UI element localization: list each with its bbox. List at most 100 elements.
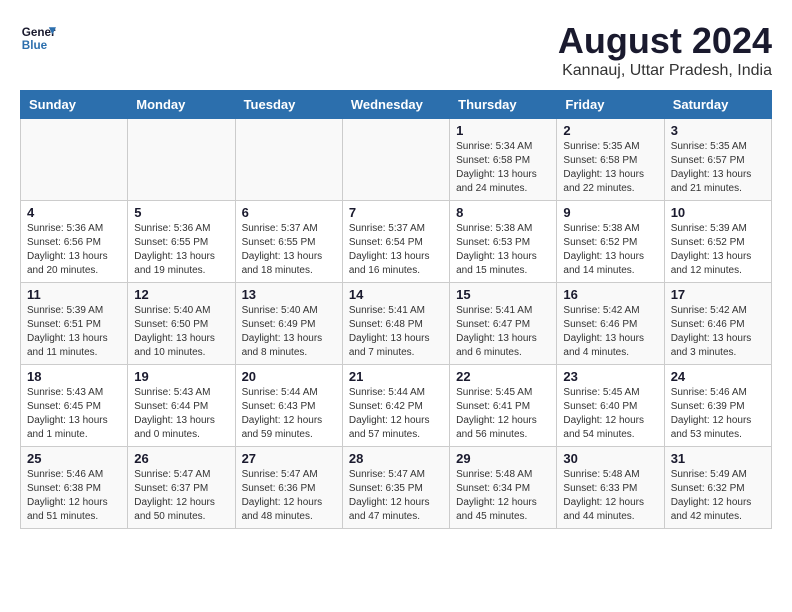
day-info: Sunrise: 5:36 AM Sunset: 6:56 PM Dayligh…	[27, 222, 121, 278]
calendar-cell: 8 Sunrise: 5:38 AM Sunset: 6:53 PM Daylig…	[450, 201, 557, 283]
calendar-cell: 20 Sunrise: 5:44 AM Sunset: 6:43 PM Dayli…	[235, 365, 342, 447]
day-info: Sunrise: 5:41 AM Sunset: 6:47 PM Dayligh…	[456, 304, 550, 360]
calendar-cell: 30 Sunrise: 5:48 AM Sunset: 6:33 PM Dayli…	[557, 447, 664, 529]
calendar-cell: 10 Sunrise: 5:39 AM Sunset: 6:52 PM Dayli…	[664, 201, 771, 283]
day-number: 2	[563, 123, 657, 138]
day-info: Sunrise: 5:44 AM Sunset: 6:43 PM Dayligh…	[242, 386, 336, 442]
day-number: 3	[671, 123, 765, 138]
day-number: 18	[27, 369, 121, 384]
calendar-cell: 15 Sunrise: 5:41 AM Sunset: 6:47 PM Dayli…	[450, 283, 557, 365]
day-number: 28	[349, 451, 443, 466]
logo: General Blue	[20, 20, 56, 56]
calendar-cell: 1 Sunrise: 5:34 AM Sunset: 6:58 PM Daylig…	[450, 119, 557, 201]
calendar-cell: 24Sunrise: 5:46 AM Sunset: 6:39 PM Dayli…	[664, 365, 771, 447]
day-number: 6	[242, 205, 336, 220]
day-info: Sunrise: 5:38 AM Sunset: 6:53 PM Dayligh…	[456, 222, 550, 278]
calendar-cell: 31 Sunrise: 5:49 AM Sunset: 6:32 PM Dayli…	[664, 447, 771, 529]
calendar-cell: 4 Sunrise: 5:36 AM Sunset: 6:56 PM Daylig…	[21, 201, 128, 283]
day-number: 23	[563, 369, 657, 384]
day-info: Sunrise: 5:44 AM Sunset: 6:42 PM Dayligh…	[349, 386, 443, 442]
month-title: August 2024	[558, 20, 772, 62]
day-number: 7	[349, 205, 443, 220]
day-info: Sunrise: 5:36 AM Sunset: 6:55 PM Dayligh…	[134, 222, 228, 278]
day-info: Sunrise: 5:45 AM Sunset: 6:40 PM Dayligh…	[563, 386, 657, 442]
day-info: Sunrise: 5:46 AM Sunset: 6:39 PM Dayligh…	[671, 386, 765, 442]
day-number: 13	[242, 287, 336, 302]
day-number: 15	[456, 287, 550, 302]
day-number: 25	[27, 451, 121, 466]
day-number: 30	[563, 451, 657, 466]
day-info: Sunrise: 5:39 AM Sunset: 6:52 PM Dayligh…	[671, 222, 765, 278]
weekday-header-row: SundayMondayTuesdayWednesdayThursdayFrid…	[21, 91, 772, 119]
day-number: 9	[563, 205, 657, 220]
calendar-table: SundayMondayTuesdayWednesdayThursdayFrid…	[20, 90, 772, 529]
calendar-week-row: 4 Sunrise: 5:36 AM Sunset: 6:56 PM Daylig…	[21, 201, 772, 283]
calendar-cell: 28 Sunrise: 5:47 AM Sunset: 6:35 PM Dayli…	[342, 447, 449, 529]
day-info: Sunrise: 5:43 AM Sunset: 6:45 PM Dayligh…	[27, 386, 121, 442]
day-number: 10	[671, 205, 765, 220]
calendar-cell: 6 Sunrise: 5:37 AM Sunset: 6:55 PM Daylig…	[235, 201, 342, 283]
day-number: 22	[456, 369, 550, 384]
day-info: Sunrise: 5:46 AM Sunset: 6:38 PM Dayligh…	[27, 468, 121, 524]
day-info: Sunrise: 5:47 AM Sunset: 6:35 PM Dayligh…	[349, 468, 443, 524]
calendar-cell: 3 Sunrise: 5:35 AM Sunset: 6:57 PM Daylig…	[664, 119, 771, 201]
day-info: Sunrise: 5:43 AM Sunset: 6:44 PM Dayligh…	[134, 386, 228, 442]
weekday-header-wednesday: Wednesday	[342, 91, 449, 119]
calendar-cell: 13 Sunrise: 5:40 AM Sunset: 6:49 PM Dayli…	[235, 283, 342, 365]
day-info: Sunrise: 5:42 AM Sunset: 6:46 PM Dayligh…	[671, 304, 765, 360]
day-number: 26	[134, 451, 228, 466]
calendar-cell: 19 Sunrise: 5:43 AM Sunset: 6:44 PM Dayli…	[128, 365, 235, 447]
calendar-cell: 9 Sunrise: 5:38 AM Sunset: 6:52 PM Daylig…	[557, 201, 664, 283]
weekday-header-saturday: Saturday	[664, 91, 771, 119]
day-info: Sunrise: 5:37 AM Sunset: 6:54 PM Dayligh…	[349, 222, 443, 278]
day-info: Sunrise: 5:48 AM Sunset: 6:34 PM Dayligh…	[456, 468, 550, 524]
calendar-cell: 21 Sunrise: 5:44 AM Sunset: 6:42 PM Dayli…	[342, 365, 449, 447]
location-subtitle: Kannauj, Uttar Pradesh, India	[558, 62, 772, 80]
title-area: August 2024 Kannauj, Uttar Pradesh, Indi…	[558, 20, 772, 80]
weekday-header-thursday: Thursday	[450, 91, 557, 119]
calendar-cell: 2 Sunrise: 5:35 AM Sunset: 6:58 PM Daylig…	[557, 119, 664, 201]
calendar-cell	[342, 119, 449, 201]
day-info: Sunrise: 5:37 AM Sunset: 6:55 PM Dayligh…	[242, 222, 336, 278]
calendar-cell: 14 Sunrise: 5:41 AM Sunset: 6:48 PM Dayli…	[342, 283, 449, 365]
day-number: 1	[456, 123, 550, 138]
day-number: 17	[671, 287, 765, 302]
day-number: 20	[242, 369, 336, 384]
day-info: Sunrise: 5:42 AM Sunset: 6:46 PM Dayligh…	[563, 304, 657, 360]
day-info: Sunrise: 5:35 AM Sunset: 6:57 PM Dayligh…	[671, 140, 765, 196]
day-number: 12	[134, 287, 228, 302]
calendar-week-row: 18 Sunrise: 5:43 AM Sunset: 6:45 PM Dayli…	[21, 365, 772, 447]
weekday-header-friday: Friday	[557, 91, 664, 119]
calendar-cell: 18 Sunrise: 5:43 AM Sunset: 6:45 PM Dayli…	[21, 365, 128, 447]
day-number: 16	[563, 287, 657, 302]
weekday-header-tuesday: Tuesday	[235, 91, 342, 119]
day-number: 8	[456, 205, 550, 220]
day-number: 29	[456, 451, 550, 466]
day-number: 21	[349, 369, 443, 384]
day-info: Sunrise: 5:41 AM Sunset: 6:48 PM Dayligh…	[349, 304, 443, 360]
day-info: Sunrise: 5:40 AM Sunset: 6:50 PM Dayligh…	[134, 304, 228, 360]
day-number: 5	[134, 205, 228, 220]
calendar-cell: 17 Sunrise: 5:42 AM Sunset: 6:46 PM Dayli…	[664, 283, 771, 365]
calendar-cell: 22Sunrise: 5:45 AM Sunset: 6:41 PM Dayli…	[450, 365, 557, 447]
day-info: Sunrise: 5:38 AM Sunset: 6:52 PM Dayligh…	[563, 222, 657, 278]
calendar-cell: 26Sunrise: 5:47 AM Sunset: 6:37 PM Dayli…	[128, 447, 235, 529]
day-info: Sunrise: 5:35 AM Sunset: 6:58 PM Dayligh…	[563, 140, 657, 196]
day-info: Sunrise: 5:49 AM Sunset: 6:32 PM Dayligh…	[671, 468, 765, 524]
day-number: 14	[349, 287, 443, 302]
day-info: Sunrise: 5:34 AM Sunset: 6:58 PM Dayligh…	[456, 140, 550, 196]
day-number: 4	[27, 205, 121, 220]
calendar-week-row: 11Sunrise: 5:39 AM Sunset: 6:51 PM Dayli…	[21, 283, 772, 365]
calendar-cell: 23 Sunrise: 5:45 AM Sunset: 6:40 PM Dayli…	[557, 365, 664, 447]
day-info: Sunrise: 5:39 AM Sunset: 6:51 PM Dayligh…	[27, 304, 121, 360]
day-number: 31	[671, 451, 765, 466]
calendar-cell: 29 Sunrise: 5:48 AM Sunset: 6:34 PM Dayli…	[450, 447, 557, 529]
calendar-cell: 5 Sunrise: 5:36 AM Sunset: 6:55 PM Daylig…	[128, 201, 235, 283]
weekday-header-sunday: Sunday	[21, 91, 128, 119]
day-number: 19	[134, 369, 228, 384]
weekday-header-monday: Monday	[128, 91, 235, 119]
day-info: Sunrise: 5:40 AM Sunset: 6:49 PM Dayligh…	[242, 304, 336, 360]
calendar-cell	[21, 119, 128, 201]
calendar-cell: 7 Sunrise: 5:37 AM Sunset: 6:54 PM Daylig…	[342, 201, 449, 283]
day-info: Sunrise: 5:48 AM Sunset: 6:33 PM Dayligh…	[563, 468, 657, 524]
